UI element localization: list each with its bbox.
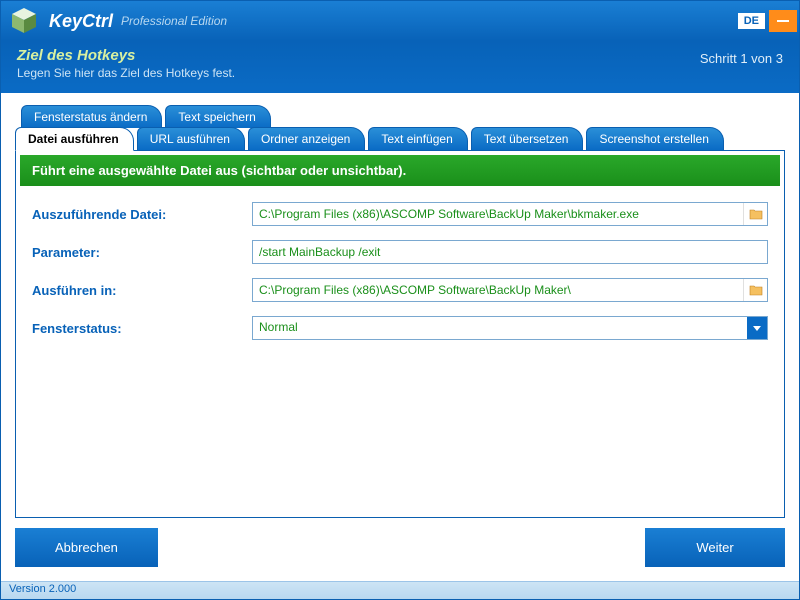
page-title: Ziel des Hotkeys [17, 47, 235, 64]
label-parameter: Parameter: [32, 245, 252, 260]
row-winstate: Fensterstatus: Normal [32, 316, 768, 340]
tab-text-uebersetzen[interactable]: Text übersetzen [471, 127, 584, 150]
chevron-down-icon [753, 326, 761, 331]
panel-banner: Führt eine ausgewählte Datei aus (sichtb… [20, 155, 780, 186]
browse-file-button[interactable] [743, 203, 767, 225]
folder-icon [749, 284, 763, 296]
minimize-icon [777, 20, 789, 22]
cancel-button[interactable]: Abbrechen [15, 528, 158, 567]
titlebar: KeyCtrl Professional Edition DE [1, 1, 799, 41]
tab-fensterstatus[interactable]: Fensterstatus ändern [21, 105, 162, 128]
tab-text-speichern[interactable]: Text speichern [165, 105, 270, 128]
tab-datei-ausfuehren[interactable]: Datei ausführen [15, 127, 134, 151]
app-logo-icon [9, 6, 39, 36]
page-description: Legen Sie hier das Ziel des Hotkeys fest… [17, 66, 235, 80]
browse-runin-button[interactable] [743, 279, 767, 301]
tab-url-ausfuehren[interactable]: URL ausführen [137, 127, 245, 150]
tabs-container: Fensterstatus ändern Text speichern Date… [15, 105, 785, 150]
input-runin[interactable] [253, 279, 743, 301]
row-parameter: Parameter: [32, 240, 768, 264]
version-bar: Version 2.000 [1, 581, 799, 599]
subheader: Ziel des Hotkeys Legen Sie hier das Ziel… [1, 41, 799, 93]
content-area: Fensterstatus ändern Text speichern Date… [1, 93, 799, 581]
footer-buttons: Abbrechen Weiter [15, 518, 785, 573]
select-winstate-value: Normal [253, 317, 747, 339]
row-file: Auszuführende Datei: [32, 202, 768, 226]
folder-icon [749, 208, 763, 220]
label-runin: Ausführen in: [32, 283, 252, 298]
language-button[interactable]: DE [738, 13, 765, 29]
label-file: Auszuführende Datei: [32, 207, 252, 222]
tab-ordner-anzeigen[interactable]: Ordner anzeigen [248, 127, 365, 150]
tab-screenshot[interactable]: Screenshot erstellen [586, 127, 723, 150]
app-edition: Professional Edition [121, 14, 227, 28]
input-file[interactable] [253, 203, 743, 225]
tab-text-einfuegen[interactable]: Text einfügen [368, 127, 467, 150]
minimize-button[interactable] [769, 10, 797, 32]
tab-row-bottom: Datei ausführen URL ausführen Ordner anz… [15, 127, 785, 150]
form-area: Auszuführende Datei: Parameter: Ausführe… [16, 190, 784, 366]
step-indicator: Schritt 1 von 3 [700, 47, 783, 87]
main-panel: Führt eine ausgewählte Datei aus (sichtb… [15, 150, 785, 518]
label-winstate: Fensterstatus: [32, 321, 252, 336]
select-winstate-button[interactable] [747, 317, 767, 339]
tab-row-top: Fensterstatus ändern Text speichern [21, 105, 785, 128]
app-title: KeyCtrl [49, 11, 113, 32]
input-parameter[interactable] [253, 241, 767, 263]
select-winstate[interactable]: Normal [252, 316, 768, 340]
next-button[interactable]: Weiter [645, 528, 785, 567]
row-runin: Ausführen in: [32, 278, 768, 302]
